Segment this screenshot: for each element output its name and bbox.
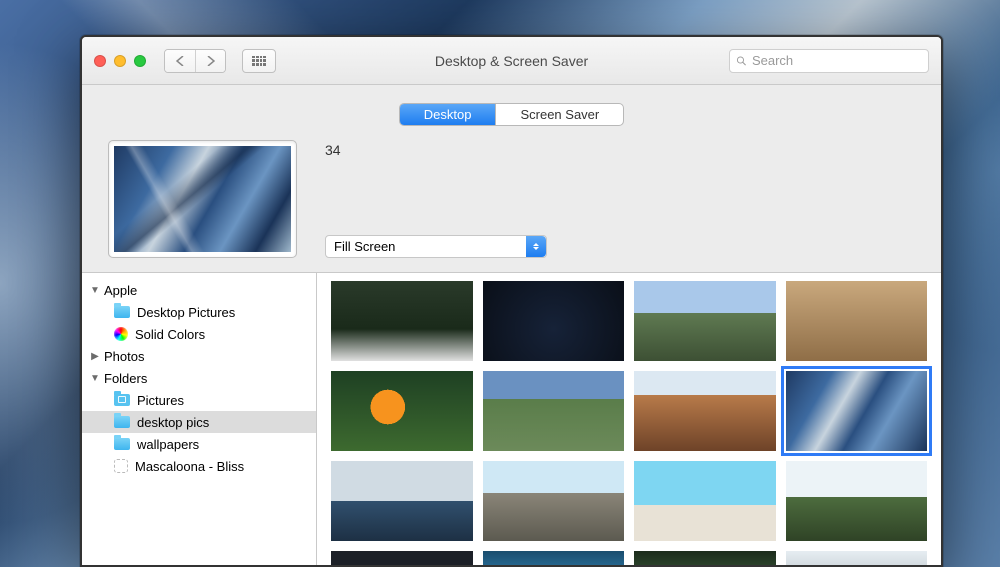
folder-icon (114, 416, 130, 428)
sidebar-item-desktop-pictures[interactable]: Desktop Pictures (82, 301, 316, 323)
titlebar: Desktop & Screen Saver (82, 37, 941, 85)
thumbnail-grid (317, 273, 941, 565)
wallpaper-thumbnail[interactable] (331, 281, 473, 361)
fit-mode-select[interactable]: Fill Screen (325, 235, 547, 258)
nav-buttons (164, 49, 226, 73)
color-wheel-icon (114, 327, 128, 341)
pictures-folder-icon (114, 394, 130, 406)
sidebar-label: Solid Colors (135, 327, 205, 342)
sidebar-item-mascaloona-bliss[interactable]: Mascaloona - Bliss (82, 455, 316, 477)
sidebar-group-folders[interactable]: ▼ Folders (82, 367, 316, 389)
wallpaper-thumbnail[interactable] (483, 281, 625, 361)
search-icon (736, 55, 747, 67)
maximize-button[interactable] (134, 55, 146, 67)
wallpaper-thumbnail[interactable] (786, 551, 928, 565)
disclosure-down-icon: ▼ (90, 373, 100, 384)
disclosure-down-icon: ▼ (90, 285, 100, 296)
sidebar-label: Mascaloona - Bliss (135, 459, 244, 474)
disclosure-right-icon: ▶ (90, 351, 100, 362)
show-all-button[interactable] (242, 49, 276, 73)
fit-mode-value: Fill Screen (334, 239, 395, 254)
wallpaper-thumbnail[interactable] (331, 371, 473, 451)
search-field[interactable] (729, 49, 929, 73)
close-button[interactable] (94, 55, 106, 67)
window-controls (94, 55, 146, 67)
folder-icon (114, 438, 130, 450)
wallpaper-name: 34 (325, 142, 915, 158)
lower-section: ▼ Apple Desktop Pictures Solid Colors ▶ … (82, 272, 941, 565)
preferences-window: Desktop & Screen Saver Desktop Screen Sa… (80, 35, 943, 567)
wallpaper-thumbnail[interactable] (634, 371, 776, 451)
sidebar-group-apple[interactable]: ▼ Apple (82, 279, 316, 301)
sidebar-item-pictures[interactable]: Pictures (82, 389, 316, 411)
grid-icon (252, 56, 266, 66)
search-input[interactable] (752, 53, 922, 68)
sidebar-label: desktop pics (137, 415, 209, 430)
sidebar-label: Desktop Pictures (137, 305, 235, 320)
tab-desktop[interactable]: Desktop (400, 104, 496, 125)
sidebar-label: wallpapers (137, 437, 199, 452)
sidebar-item-solid-colors[interactable]: Solid Colors (82, 323, 316, 345)
tab-screen-saver[interactable]: Screen Saver (495, 104, 623, 125)
wallpaper-thumbnail[interactable] (483, 461, 625, 541)
preview-section: 34 Fill Screen (82, 140, 941, 272)
sidebar-group-photos[interactable]: ▶ Photos (82, 345, 316, 367)
forward-button[interactable] (195, 50, 225, 72)
chevron-left-icon (176, 56, 185, 66)
empty-folder-icon (114, 459, 128, 473)
sidebar-item-desktop-pics[interactable]: desktop pics (82, 411, 316, 433)
wallpaper-thumbnail[interactable] (634, 551, 776, 565)
wallpaper-thumbnail[interactable] (786, 461, 928, 541)
minimize-button[interactable] (114, 55, 126, 67)
wallpaper-thumbnail[interactable] (483, 551, 625, 565)
wallpaper-thumbnail[interactable] (786, 281, 928, 361)
wallpaper-thumbnail[interactable] (483, 371, 625, 451)
back-button[interactable] (165, 50, 195, 72)
wallpaper-thumbnail[interactable] (331, 551, 473, 565)
folder-icon (114, 306, 130, 318)
sidebar-label: Apple (104, 283, 137, 298)
tab-row: Desktop Screen Saver (82, 85, 941, 140)
content-area: Desktop Screen Saver 34 Fill Screen ▼ Ap… (82, 85, 941, 565)
window-title: Desktop & Screen Saver (435, 53, 588, 69)
sidebar-label: Folders (104, 371, 147, 386)
sidebar-label: Pictures (137, 393, 184, 408)
select-stepper-icon (526, 236, 546, 257)
wallpaper-preview-image (114, 146, 291, 252)
wallpaper-preview (108, 140, 297, 258)
chevron-right-icon (206, 56, 215, 66)
wallpaper-thumbnail[interactable] (331, 461, 473, 541)
tab-segmented-control: Desktop Screen Saver (399, 103, 624, 126)
wallpaper-thumbnail[interactable] (634, 281, 776, 361)
wallpaper-thumbnail-selected[interactable] (786, 371, 928, 451)
source-sidebar: ▼ Apple Desktop Pictures Solid Colors ▶ … (82, 273, 317, 565)
sidebar-item-wallpapers[interactable]: wallpapers (82, 433, 316, 455)
sidebar-label: Photos (104, 349, 144, 364)
wallpaper-thumbnail[interactable] (634, 461, 776, 541)
